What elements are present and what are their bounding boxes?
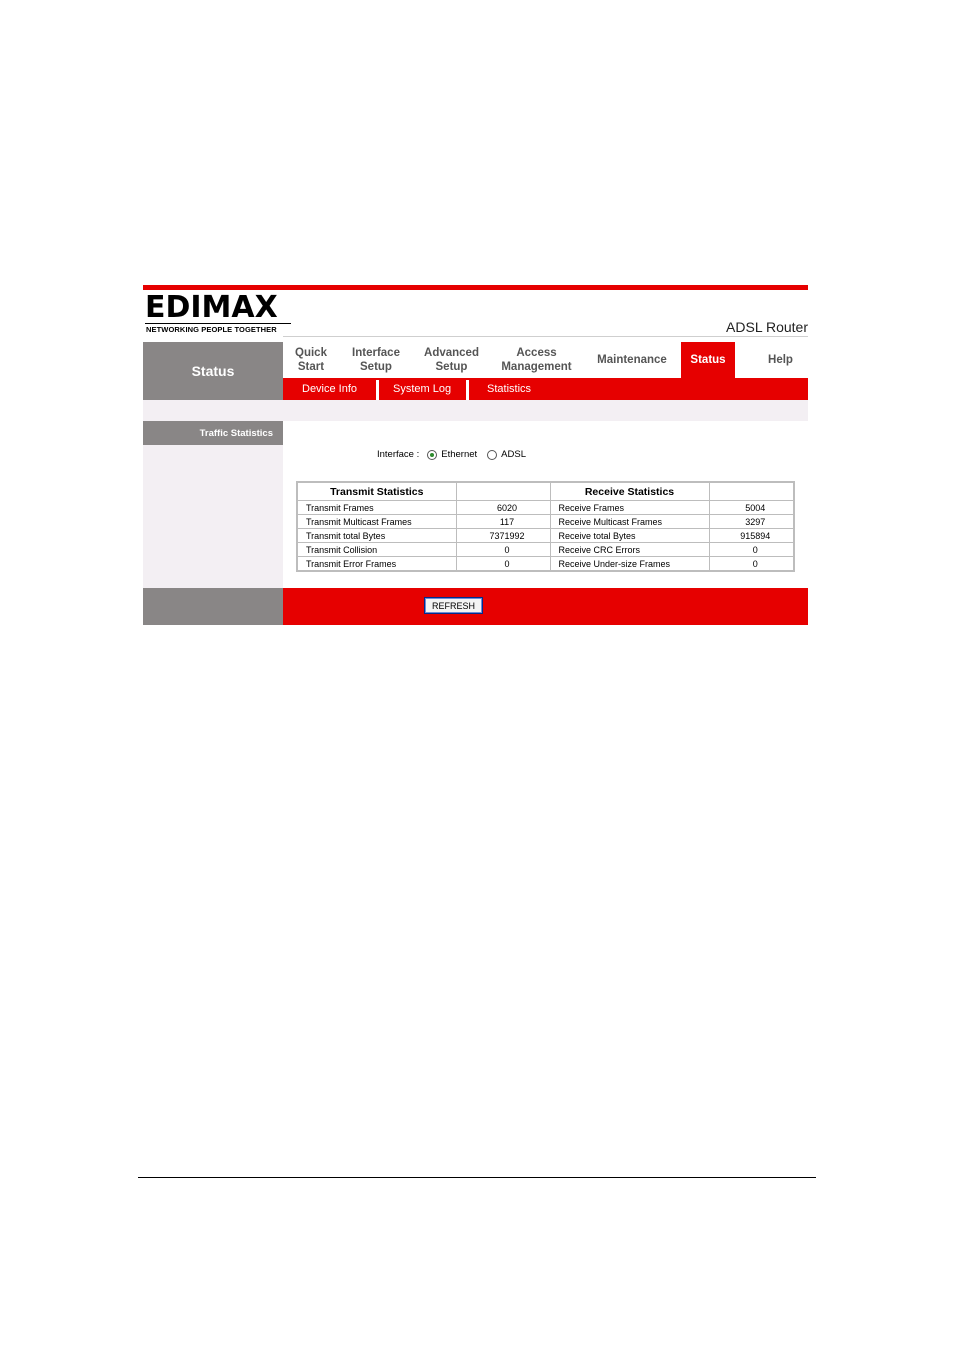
- receive-header: Receive Statistics: [549, 481, 710, 501]
- adsl-radio[interactable]: [487, 449, 498, 460]
- rx-value: 0: [708, 542, 795, 557]
- rx-value: 0: [708, 556, 795, 572]
- nav-access-management[interactable]: Access Management: [490, 342, 583, 378]
- sidebar-column: [143, 445, 283, 588]
- rx-value: 5004: [708, 500, 795, 515]
- table-header-row: Transmit Statistics Receive Statistics: [296, 481, 795, 501]
- ethernet-label: Ethernet: [441, 449, 478, 460]
- nav-interface-setup[interactable]: Interface Setup: [339, 342, 413, 378]
- sidebar-label-traffic-statistics: Traffic Statistics: [143, 421, 283, 445]
- adsl-label: ADSL: [501, 449, 526, 460]
- interface-selector: Interface : Ethernet ADSL: [377, 449, 526, 460]
- rx-label: Receive CRC Errors: [549, 542, 710, 557]
- tx-value: 0: [455, 556, 551, 572]
- subnav-divider: [466, 380, 469, 400]
- page-footer-rule: [138, 1177, 816, 1178]
- transmit-value-header: [455, 481, 551, 501]
- nav-advanced-setup[interactable]: Advanced Setup: [413, 342, 490, 378]
- subnav-device-info[interactable]: Device Info: [302, 378, 357, 400]
- rx-label: Receive Frames: [549, 500, 710, 515]
- tx-label: Transmit Error Frames: [296, 556, 457, 572]
- table-row: Transmit Multicast Frames 117 Receive Mu…: [296, 514, 795, 529]
- tx-value: 0: [455, 542, 551, 557]
- interface-label: Interface :: [377, 449, 420, 460]
- rx-label: Receive total Bytes: [549, 528, 710, 543]
- table-row: Transmit total Bytes 7371992 Receive tot…: [296, 528, 795, 543]
- rx-value: 3297: [708, 514, 795, 529]
- tx-value: 6020: [455, 500, 551, 515]
- logo-tagline: NETWORKING PEOPLE TOGETHER: [146, 325, 277, 334]
- main-nav: Quick Start Interface Setup Advanced Set…: [283, 342, 808, 378]
- table-row: Transmit Frames 6020 Receive Frames 5004: [296, 500, 795, 515]
- tx-label: Transmit Frames: [296, 500, 457, 515]
- nav-maintenance[interactable]: Maintenance: [583, 342, 681, 378]
- router-admin-screenshot: EDIMAX NETWORKING PEOPLE TOGETHER ADSL R…: [143, 285, 808, 625]
- ethernet-radio[interactable]: [427, 449, 438, 460]
- footer-action-bar: [283, 588, 808, 625]
- table-row: Transmit Collision 0 Receive CRC Errors …: [296, 542, 795, 557]
- subnav-system-log[interactable]: System Log: [393, 378, 451, 400]
- subnav-statistics[interactable]: Statistics: [487, 378, 531, 400]
- receive-value-header: [708, 481, 795, 501]
- nav-status[interactable]: Status: [681, 342, 735, 378]
- footer-left-block: [143, 588, 283, 625]
- table-row: Transmit Error Frames 0 Receive Under-si…: [296, 556, 795, 572]
- subnav-divider: [376, 380, 379, 400]
- transmit-header: Transmit Statistics: [296, 481, 457, 501]
- edimax-logo: EDIMAX NETWORKING PEOPLE TOGETHER: [145, 293, 291, 335]
- logo-wordmark: EDIMAX: [145, 290, 278, 325]
- header-divider: [283, 336, 808, 337]
- tx-label: Transmit Multicast Frames: [296, 514, 457, 529]
- tx-label: Transmit Collision: [296, 542, 457, 557]
- product-name: ADSL Router: [726, 319, 808, 335]
- tx-value: 7371992: [455, 528, 551, 543]
- sub-nav: Device Info System Log Statistics: [283, 378, 808, 400]
- section-title: Status: [143, 342, 283, 400]
- rx-value: 915894: [708, 528, 795, 543]
- tx-value: 117: [455, 514, 551, 529]
- rx-label: Receive Multicast Frames: [549, 514, 710, 529]
- statistics-table: Transmit Statistics Receive Statistics T…: [296, 481, 795, 572]
- content-band: [143, 400, 808, 421]
- tx-label: Transmit total Bytes: [296, 528, 457, 543]
- nav-help[interactable]: Help: [735, 342, 808, 378]
- nav-quick-start[interactable]: Quick Start: [283, 342, 339, 378]
- refresh-button[interactable]: REFRESH: [424, 597, 483, 614]
- rx-label: Receive Under-size Frames: [549, 556, 710, 572]
- logo-underline: [145, 323, 291, 324]
